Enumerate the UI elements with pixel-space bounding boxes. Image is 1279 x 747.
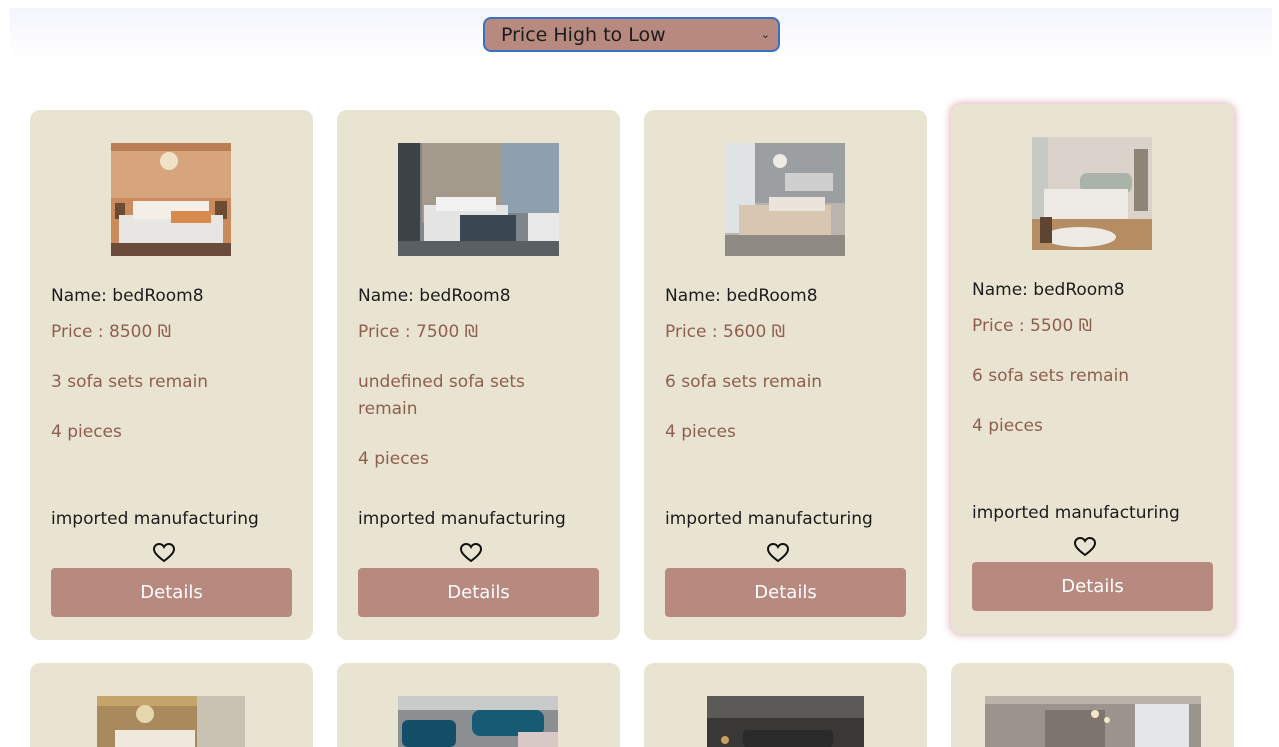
product-name: Name: bedRoom8 [972,280,1125,300]
heart-outline-icon[interactable] [459,542,483,563]
details-button[interactable]: Details [972,562,1213,611]
details-button[interactable]: Details [358,568,599,617]
product-card [337,663,620,747]
product-stock: 3 sofa sets remain [51,372,209,392]
heart-outline-icon[interactable] [1073,536,1097,557]
product-manufacturing: imported manufacturing [972,503,1180,523]
product-pieces: 4 pieces [51,422,122,442]
product-image[interactable] [398,143,559,256]
details-button[interactable]: Details [51,568,292,617]
heart-outline-icon[interactable] [152,542,176,563]
product-name: Name: bedRoom8 [51,286,204,306]
product-pieces: 4 pieces [665,422,736,442]
product-price: Price : 7500 ₪ [358,322,479,342]
product-stock: undefined sofa sets remain [358,372,525,419]
product-manufacturing: imported manufacturing [51,509,259,529]
sort-select[interactable]: Price High to Low ⌄ [483,17,780,52]
product-name: Name: bedRoom8 [358,286,511,306]
product-card: Name: bedRoom8 Price : 5600 ₪ 6 sofa set… [644,110,927,640]
product-price: Price : 8500 ₪ [51,322,172,342]
product-card: Name: bedRoom8 Price : 8500 ₪ 3 sofa set… [30,110,313,640]
product-card [30,663,313,747]
heart-outline-icon[interactable] [766,542,790,563]
product-manufacturing: imported manufacturing [358,509,566,529]
product-image[interactable] [707,696,864,747]
product-card: Name: bedRoom8 Price : 5500 ₪ 6 sofa set… [951,104,1234,634]
chevron-down-icon: ⌄ [760,28,770,41]
product-pieces: 4 pieces [358,449,429,469]
product-pieces: 4 pieces [972,416,1043,436]
product-stock: 6 sofa sets remain [972,366,1130,386]
product-manufacturing: imported manufacturing [665,509,873,529]
product-image[interactable] [985,696,1201,747]
product-image[interactable] [398,696,558,747]
details-button[interactable]: Details [665,568,906,617]
sort-select-value: Price High to Low [501,23,666,46]
product-stock: 6 sofa sets remain [665,372,823,392]
product-image[interactable] [111,143,231,256]
product-image[interactable] [725,143,845,256]
product-card [951,663,1234,747]
product-price: Price : 5600 ₪ [665,322,786,342]
product-image[interactable] [1032,137,1152,250]
product-card: Name: bedRoom8 Price : 7500 ₪ undefined … [337,110,620,640]
product-card [644,663,927,747]
product-price: Price : 5500 ₪ [972,316,1093,336]
product-name: Name: bedRoom8 [665,286,818,306]
product-image[interactable] [97,696,245,747]
